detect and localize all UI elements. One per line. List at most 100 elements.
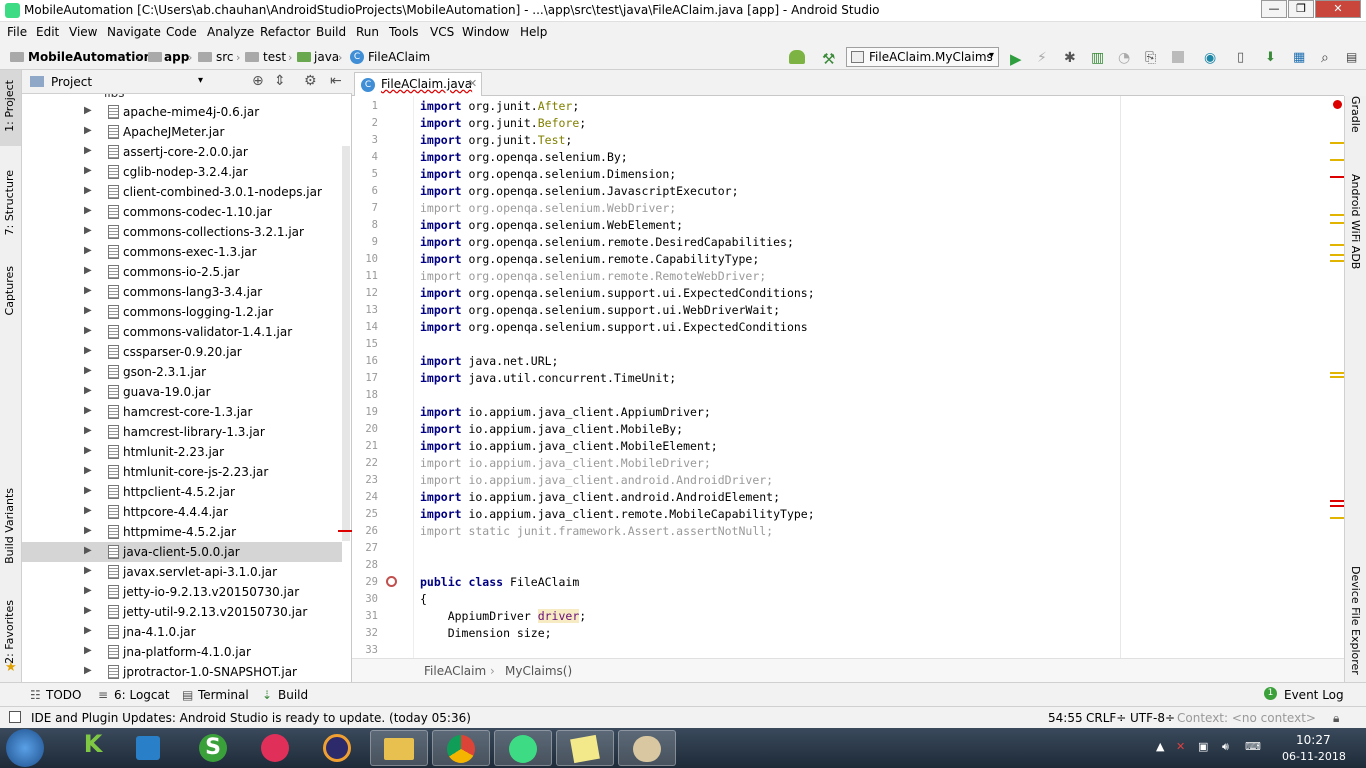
tree-item[interactable]: ▶ commons-logging-1.2.jar: [22, 302, 342, 322]
make-project-hammer-icon[interactable]: ⚒: [822, 50, 838, 68]
tree-item[interactable]: ▶ htmlunit-2.23.jar: [22, 442, 342, 462]
menu-vcs[interactable]: VCS: [430, 25, 454, 39]
tree-item[interactable]: ▶ guava-19.0.jar: [22, 382, 342, 402]
tree-item[interactable]: ▶ hamcrest-library-1.3.jar: [22, 422, 342, 442]
expand-arrow-icon[interactable]: ▶: [84, 605, 92, 616]
taskbar-file-explorer-icon[interactable]: [370, 730, 428, 766]
run-class-gutter-icon[interactable]: [386, 576, 397, 587]
sdk-manager-icon[interactable]: ⬇: [1265, 50, 1281, 65]
menu-tools[interactable]: Tools: [389, 25, 419, 39]
avd-manager-icon[interactable]: ▯: [1237, 50, 1253, 65]
tree-item[interactable]: ▶ htmlunit-core-js-2.23.jar: [22, 462, 342, 482]
tree-item[interactable]: ▶ commons-io-2.5.jar: [22, 262, 342, 282]
taskbar-media-player-icon[interactable]: [120, 730, 178, 766]
code-line[interactable]: {: [420, 592, 427, 606]
device-icon[interactable]: ▣: [1198, 740, 1208, 753]
expand-arrow-icon[interactable]: ▶: [84, 505, 92, 516]
expand-arrow-icon[interactable]: ▶: [84, 585, 92, 596]
menu-refactor[interactable]: Refactor: [260, 25, 310, 39]
code-editor[interactable]: import org.junit.After; import org.junit.…: [414, 96, 1344, 658]
run-configuration-select[interactable]: FileAClaim.MyClaims ▾: [846, 47, 999, 67]
expand-arrow-icon[interactable]: ▶: [84, 365, 92, 376]
tree-item[interactable]: ▶ jna-4.1.0.jar: [22, 622, 342, 642]
menu-file[interactable]: File: [7, 25, 27, 39]
attach-debugger-icon[interactable]: ⎘: [1145, 50, 1161, 66]
tool-gradle[interactable]: Gradle: [1349, 96, 1362, 133]
expand-arrow-icon[interactable]: ▶: [84, 665, 92, 676]
search-icon[interactable]: ⌕: [1321, 50, 1337, 66]
expand-arrow-icon[interactable]: ▶: [84, 485, 92, 496]
expand-arrow-icon[interactable]: ▶: [84, 445, 92, 456]
run-icon[interactable]: ▶: [1010, 50, 1026, 68]
sync-gradle-icon[interactable]: ◉: [1204, 50, 1220, 66]
minimize-button[interactable]: —: [1261, 0, 1287, 18]
tool-build[interactable]: Build: [278, 688, 308, 702]
expand-arrow-icon[interactable]: ▶: [84, 345, 92, 356]
expand-arrow-icon[interactable]: ▶: [84, 385, 92, 396]
volume-icon[interactable]: 🔊︎: [1222, 740, 1229, 754]
scroll-from-source-icon[interactable]: ⊕: [252, 73, 264, 89]
tool-structure[interactable]: 7: Structure: [3, 170, 16, 235]
run-with-coverage-icon[interactable]: ▥: [1091, 50, 1107, 66]
code-line[interactable]: import org.openqa.selenium.support.ui.Ex…: [420, 286, 815, 300]
taskbar-app-x-icon[interactable]: K: [64, 730, 122, 766]
breadcrumb-java[interactable]: java: [314, 50, 339, 64]
code-line[interactable]: import io.appium.java_client.android.And…: [420, 473, 773, 487]
taskbar-eclipse-icon[interactable]: [308, 730, 366, 766]
tool-terminal[interactable]: Terminal: [198, 688, 249, 702]
expand-arrow-icon[interactable]: ▶: [84, 625, 92, 636]
code-line[interactable]: import io.appium.java_client.AppiumDrive…: [420, 405, 711, 419]
tool-project[interactable]: 1: Project: [3, 80, 16, 132]
taskbar-sticky-notes-icon[interactable]: [556, 730, 614, 766]
expand-arrow-icon[interactable]: ▶: [84, 125, 92, 136]
code-line[interactable]: import org.junit.Before;: [420, 116, 586, 130]
code-line[interactable]: import io.appium.java_client.android.And…: [420, 490, 780, 504]
code-line[interactable]: import org.openqa.selenium.Dimension;: [420, 167, 676, 181]
android-device-icon[interactable]: [789, 50, 805, 64]
tool-event-log[interactable]: Event Log: [1284, 688, 1344, 702]
expand-arrow-icon[interactable]: ▶: [84, 105, 92, 116]
close-tab-icon[interactable]: ✕: [468, 77, 477, 90]
code-line[interactable]: import org.openqa.selenium.remote.Remote…: [420, 269, 766, 283]
crumb-class[interactable]: FileAClaim: [424, 664, 486, 678]
layout-icon[interactable]: ▤: [1346, 50, 1362, 64]
taskbar-android-studio-icon[interactable]: [494, 730, 552, 766]
debug-icon[interactable]: ✱: [1064, 50, 1080, 66]
tree-item[interactable]: ▶ commons-exec-1.3.jar: [22, 242, 342, 262]
menu-view[interactable]: View: [69, 25, 97, 39]
code-line[interactable]: import org.openqa.selenium.WebElement;: [420, 218, 683, 232]
menu-help[interactable]: Help: [520, 25, 547, 39]
expand-arrow-icon[interactable]: ▶: [84, 565, 92, 576]
expand-arrow-icon[interactable]: ▶: [84, 265, 92, 276]
crumb-method[interactable]: MyClaims(): [505, 664, 572, 678]
taskbar-flickr-app-icon[interactable]: [246, 730, 304, 766]
taskbar-dollar-app-icon[interactable]: S: [184, 730, 242, 766]
breadcrumb-app[interactable]: app: [164, 50, 189, 64]
error-indicator-icon[interactable]: [1333, 100, 1342, 109]
expand-arrow-icon[interactable]: ▶: [84, 205, 92, 216]
tree-item[interactable]: ▶ jprotractor-1.0-SNAPSHOT.jar: [22, 662, 342, 682]
expand-arrow-icon[interactable]: ▶: [84, 285, 92, 296]
apply-changes-icon[interactable]: ⚡: [1037, 50, 1053, 66]
code-line[interactable]: import io.appium.java_client.MobileEleme…: [420, 439, 718, 453]
project-tree-scrollbar[interactable]: [342, 146, 350, 541]
clock-time[interactable]: 10:27: [1296, 733, 1331, 747]
code-line[interactable]: AppiumDriver driver;: [420, 609, 586, 623]
expand-arrow-icon[interactable]: ▶: [84, 245, 92, 256]
tree-item[interactable]: ▶ commons-collections-3.2.1.jar: [22, 222, 342, 242]
tab-fileaclaim[interactable]: C FileAClaim.java ✕: [354, 72, 482, 96]
code-line[interactable]: import org.openqa.selenium.remote.Desire…: [420, 235, 794, 249]
expand-arrow-icon[interactable]: ▶: [84, 145, 92, 156]
breadcrumb-file[interactable]: FileAClaim: [368, 50, 430, 64]
tree-item[interactable]: ▶ commons-validator-1.4.1.jar: [22, 322, 342, 342]
line-separator[interactable]: CRLF÷: [1086, 711, 1126, 725]
tool-build-variants[interactable]: Build Variants: [3, 488, 16, 564]
expand-arrow-icon[interactable]: ▶: [84, 465, 92, 476]
menu-code[interactable]: Code: [166, 25, 197, 39]
menu-navigate[interactable]: Navigate: [107, 25, 161, 39]
tree-item[interactable]: ▶ cglib-nodep-3.2.4.jar: [22, 162, 342, 182]
code-line[interactable]: import io.appium.java_client.MobileBy;: [420, 422, 683, 436]
tree-item[interactable]: ▶ hamcrest-core-1.3.jar: [22, 402, 342, 422]
expand-arrow-icon[interactable]: ▶: [84, 225, 92, 236]
tree-item[interactable]: ▶ java-client-5.0.0.jar: [22, 542, 342, 562]
